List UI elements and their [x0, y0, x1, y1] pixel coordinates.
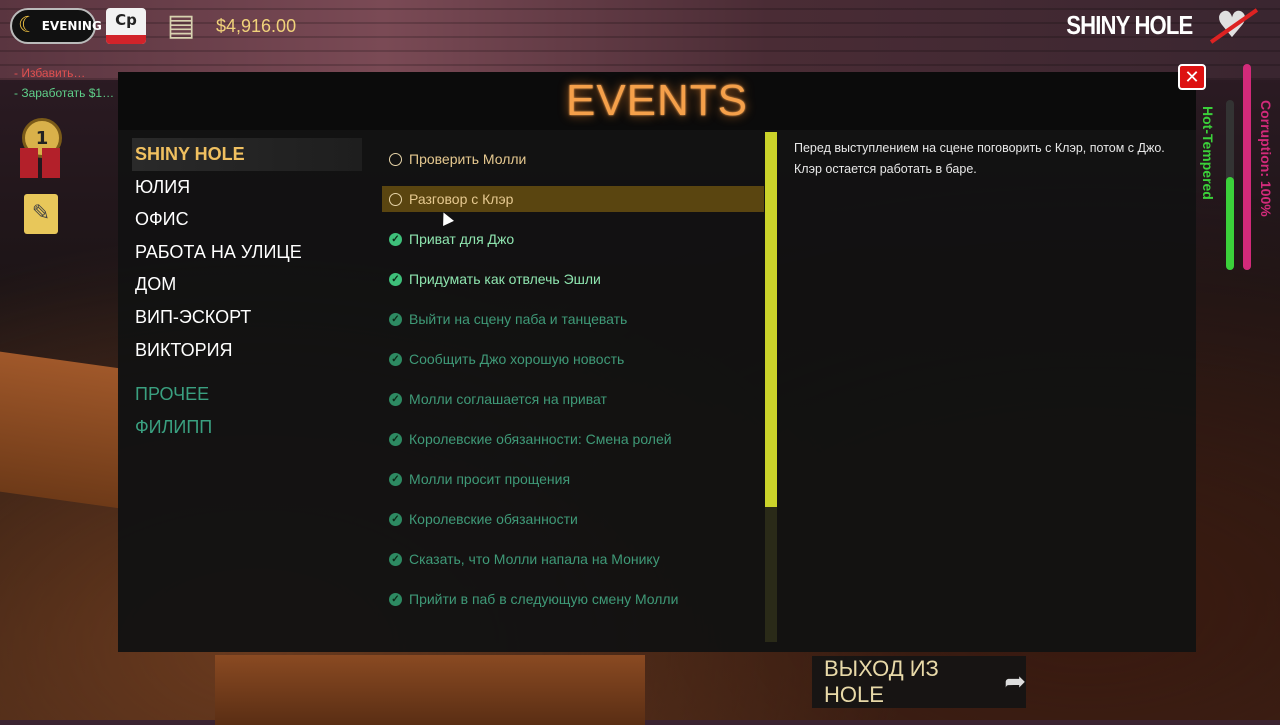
- category-item[interactable]: ОФИС: [132, 203, 362, 236]
- event-item[interactable]: ✓ Придумать как отвлечь Эшли: [382, 266, 764, 292]
- checkmark-icon: ✓: [389, 272, 402, 286]
- checkmark-icon: ✓: [389, 472, 402, 486]
- category-item[interactable]: SHINY HOLE: [132, 138, 362, 171]
- event-label: Молли соглашается на приват: [409, 391, 607, 407]
- event-item[interactable]: ✓ Молли просит прощения: [382, 466, 764, 492]
- event-item[interactable]: ✓ Королевские обязанности: Смена ролей: [382, 426, 764, 452]
- checkmark-icon: ✓: [389, 232, 402, 246]
- quest-hint: - Заработать $1…: [14, 86, 115, 100]
- corruption-label: Corruption: 100%: [1258, 100, 1274, 217]
- category-spacer: [132, 366, 362, 378]
- category-item[interactable]: РАБОТА НА УЛИЦЕ: [132, 236, 362, 269]
- moon-icon: ☾: [18, 13, 38, 38]
- exit-label: ВЫХОД ИЗ HOLE: [824, 656, 939, 707]
- background-table: [0, 351, 120, 509]
- time-of-day-label: EVENING: [41, 19, 102, 33]
- event-label: Приват для Джо: [409, 231, 515, 247]
- arrow-return-icon: ➦: [1004, 667, 1026, 697]
- circle-icon: [389, 192, 402, 206]
- cp-card-button[interactable]: Cp: [106, 8, 146, 44]
- checkmark-icon: ✓: [389, 432, 402, 446]
- category-item-other[interactable]: ПРОЧЕЕ: [132, 378, 362, 411]
- event-item[interactable]: ✓ Молли соглашается на приват: [382, 386, 764, 412]
- notes-icon[interactable]: ✎: [24, 194, 58, 234]
- event-label: Прийти в паб в следующую смену Молли: [409, 591, 679, 607]
- category-item-other[interactable]: ФИЛИПП: [132, 411, 362, 444]
- category-list: SHINY HOLE ЮЛИЯ ОФИС РАБОТА НА УЛИЦЕ ДОМ ВИП-…: [132, 138, 362, 443]
- cp-card-label: Cp: [115, 11, 137, 29]
- event-label: Королевские обязанности: Смена ролей: [409, 431, 672, 447]
- background-table: [215, 655, 645, 725]
- corruption-fill: [1243, 64, 1251, 270]
- category-item[interactable]: ЮЛИЯ: [132, 171, 362, 204]
- corruption-meter: [1243, 64, 1251, 270]
- location-name: SHINY HOLE: [1065, 10, 1193, 40]
- event-description: Перед выступлением на сцене поговорить с…: [794, 141, 1165, 176]
- event-item[interactable]: Проверить Молли: [382, 146, 764, 172]
- event-item[interactable]: ✓ Выйти на сцену паба и танцевать: [382, 306, 764, 332]
- event-item[interactable]: ✓ Сказать, что Молли напала на Монику: [382, 546, 764, 572]
- hot-tempered-fill: [1226, 176, 1234, 270]
- category-item[interactable]: ВИКТОРИЯ: [132, 334, 362, 367]
- event-label: Выйти на сцену паба и танцевать: [409, 311, 628, 327]
- category-item[interactable]: ВИП-ЭСКОРТ: [132, 301, 362, 334]
- event-item[interactable]: ✓ Королевские обязанности: [382, 506, 764, 532]
- event-label: Разговор с Клэр: [409, 191, 514, 207]
- event-label: Сказать, что Молли напала на Монику: [409, 551, 660, 567]
- hot-tempered-meter: [1226, 100, 1234, 270]
- category-item[interactable]: ДОМ: [132, 268, 362, 301]
- hot-tempered-label: Hot-Tempered: [1200, 106, 1216, 200]
- checkmark-icon: ✓: [389, 352, 402, 366]
- checkmark-icon: ✓: [389, 392, 402, 406]
- event-item[interactable]: ✓ Приват для Джо: [382, 226, 764, 252]
- hud-bar: ☾ EVENING Cp ▤ $4,916.00: [10, 8, 296, 44]
- event-label: Проверить Молли: [409, 151, 527, 167]
- checkmark-icon: ✓: [389, 592, 402, 606]
- time-of-day-indicator[interactable]: ☾ EVENING: [10, 8, 102, 44]
- checkmark-icon: ✓: [389, 312, 402, 326]
- checkmark-icon: ✓: [389, 512, 402, 526]
- money-amount: $4,916.00: [216, 15, 297, 36]
- money-icon: ▤: [166, 8, 196, 43]
- checkmark-icon: ✓: [389, 552, 402, 566]
- scrollbar-thumb[interactable]: [765, 132, 777, 507]
- close-button[interactable]: ✕: [1178, 64, 1206, 90]
- no-entry-icon: ♥: [1204, 6, 1260, 46]
- event-label: Сообщить Джо хорошую новость: [409, 351, 625, 367]
- event-item[interactable]: Разговор с Клэр: [382, 186, 764, 212]
- event-item[interactable]: ✓ Прийти в паб в следующую смену Молли: [382, 586, 764, 612]
- medal-number: 1: [35, 127, 49, 149]
- exit-button[interactable]: ВЫХОД ИЗ HOLE ➦: [812, 656, 1026, 708]
- events-panel: EVENTS SHINY HOLE ЮЛИЯ ОФИС РАБОТА НА УЛИЦЕ…: [118, 72, 1196, 652]
- panel-title: EVENTS: [565, 76, 749, 125]
- ribbon-icon: [20, 148, 60, 178]
- panel-header: EVENTS: [118, 72, 1196, 130]
- event-label: Придумать как отвлечь Эшли: [409, 271, 601, 287]
- event-label: Молли просит прощения: [409, 471, 571, 487]
- event-item[interactable]: ✓ Сообщить Джо хорошую новость: [382, 346, 764, 372]
- circle-icon: [389, 152, 402, 166]
- quest-hint: - Избавить…: [14, 66, 86, 80]
- event-scrollbar[interactable]: [765, 132, 777, 642]
- event-label: Королевские обязанности: [409, 511, 578, 527]
